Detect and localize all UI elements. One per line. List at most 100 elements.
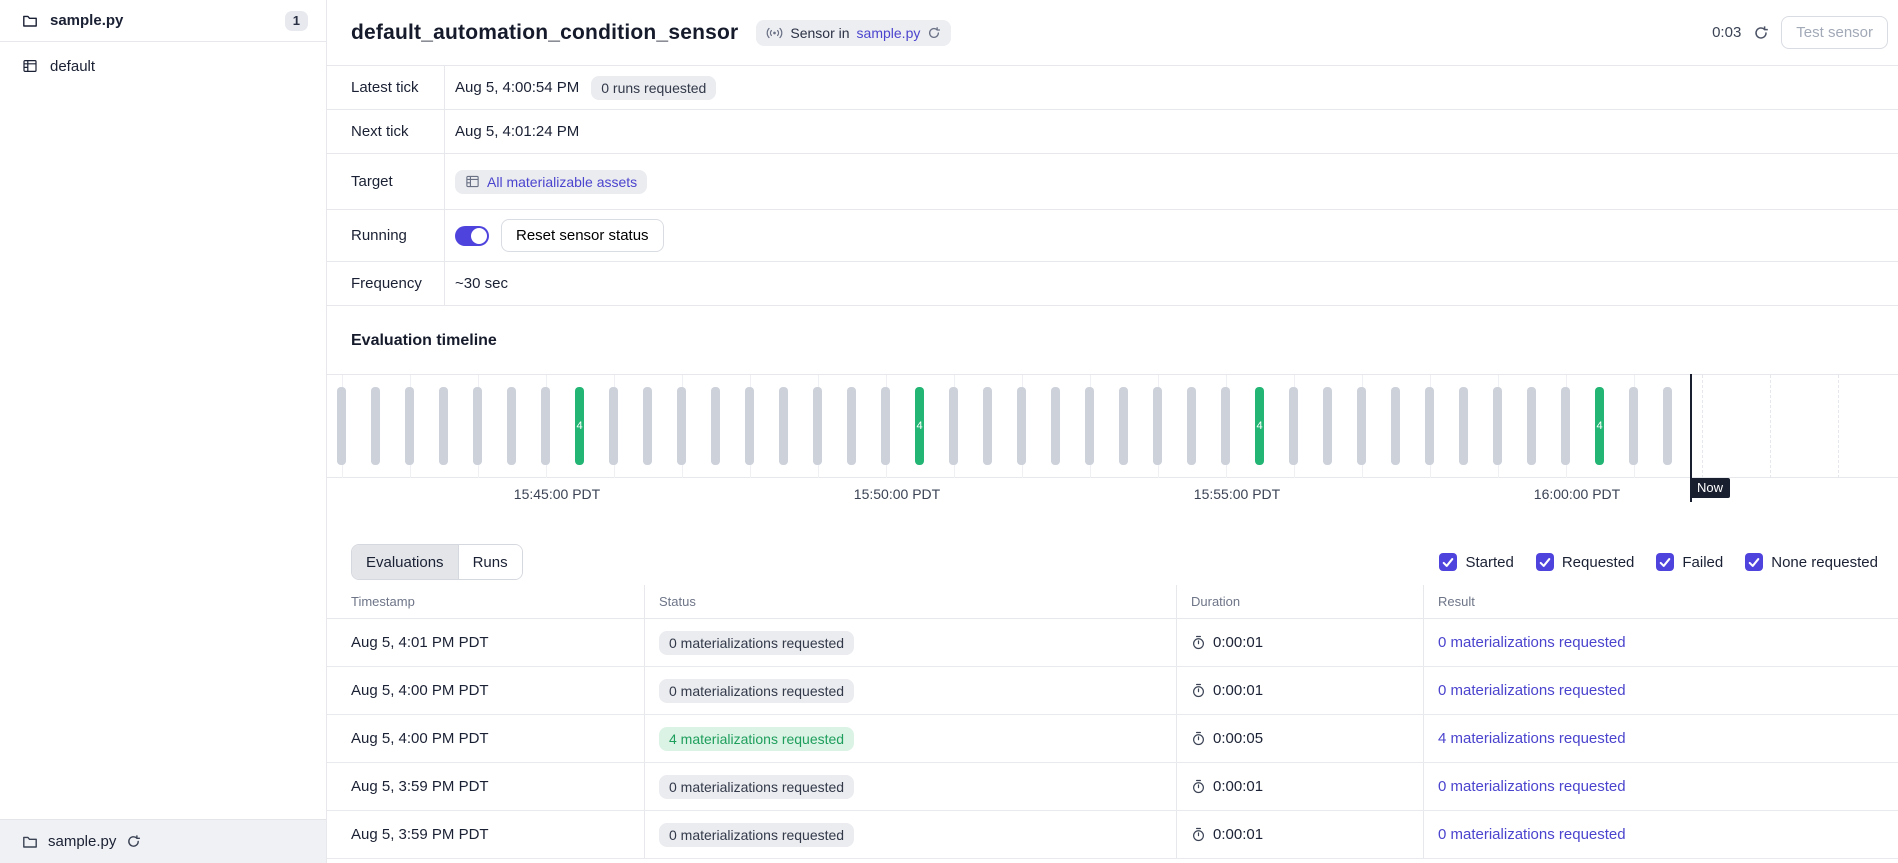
column-header-status: Status bbox=[644, 585, 1176, 618]
table-row[interactable]: Aug 5, 4:00 PM PDT4 materializations req… bbox=[327, 715, 1898, 763]
evaluation-bar[interactable] bbox=[949, 387, 958, 465]
filter-started[interactable]: Started bbox=[1439, 553, 1513, 571]
evaluation-bar[interactable] bbox=[439, 387, 448, 465]
evaluation-bar-requested[interactable]: 4 bbox=[575, 387, 584, 465]
cell-timestamp: Aug 5, 3:59 PM PDT bbox=[327, 763, 644, 810]
table-row[interactable]: Aug 5, 3:59 PM PDT 0 materializations req… bbox=[327, 811, 1898, 859]
evaluation-bar[interactable] bbox=[1153, 387, 1162, 465]
axis-tick-label: 15:55:00 PDT bbox=[1194, 486, 1280, 502]
evaluation-bar[interactable] bbox=[1085, 387, 1094, 465]
cell-duration: 0:00:01 bbox=[1176, 811, 1423, 858]
info-label: Running bbox=[327, 210, 445, 261]
evaluation-bar[interactable] bbox=[779, 387, 788, 465]
target-chip[interactable]: All materializable assets bbox=[455, 170, 647, 194]
table-row[interactable]: Aug 5, 4:01 PM PDT0 materializations req… bbox=[327, 619, 1898, 667]
table-row[interactable]: Aug 5, 4:00 PM PDT 0 materializations req… bbox=[327, 667, 1898, 715]
result-link[interactable]: 4 materializations requested bbox=[1438, 730, 1626, 747]
bar-value-label: 4 bbox=[576, 420, 582, 432]
reload-location-icon[interactable] bbox=[126, 834, 141, 849]
evaluation-bar-requested[interactable]: 4 bbox=[1595, 387, 1604, 465]
running-toggle[interactable] bbox=[455, 226, 489, 246]
bar-value-label: 4 bbox=[1256, 420, 1262, 432]
evaluation-bar[interactable] bbox=[507, 387, 516, 465]
evaluation-bar[interactable] bbox=[371, 387, 380, 465]
tab-runs[interactable]: Runs bbox=[458, 545, 522, 579]
tab-evaluations[interactable]: Evaluations bbox=[352, 545, 458, 579]
info-row-next-tick: Next tick Aug 5, 4:01:24 PM bbox=[327, 110, 1898, 154]
evaluation-bar[interactable] bbox=[677, 387, 686, 465]
tag-prefix: Sensor in bbox=[790, 25, 849, 41]
evaluation-bar[interactable] bbox=[541, 387, 550, 465]
evaluation-bar[interactable] bbox=[405, 387, 414, 465]
evaluation-bar[interactable] bbox=[1221, 387, 1230, 465]
folder-icon bbox=[22, 834, 38, 850]
evaluation-bar[interactable] bbox=[643, 387, 652, 465]
main-content: default_automation_condition_sensor Sens… bbox=[327, 0, 1898, 863]
info-row-target: Target All materializable assets bbox=[327, 154, 1898, 210]
filter-requested[interactable]: Requested bbox=[1536, 553, 1635, 571]
sidebar-item-code-location[interactable]: sample.py 1 bbox=[0, 0, 326, 42]
stopwatch-icon bbox=[1191, 635, 1206, 650]
evaluation-bar[interactable] bbox=[813, 387, 822, 465]
cell-timestamp: Aug 5, 3:59 PM PDT bbox=[327, 811, 644, 858]
code-location-label: sample.py bbox=[50, 12, 123, 29]
checkbox-icon[interactable] bbox=[1656, 553, 1674, 571]
evaluation-bar-requested[interactable]: 4 bbox=[1255, 387, 1264, 465]
evaluation-bar[interactable] bbox=[1323, 387, 1332, 465]
evaluation-bar-requested[interactable]: 4 bbox=[915, 387, 924, 465]
timeline-gridline bbox=[1702, 375, 1703, 478]
refresh-icon[interactable] bbox=[1753, 25, 1769, 41]
evaluation-bar[interactable] bbox=[1561, 387, 1570, 465]
cell-result: 0 materializations requested bbox=[1423, 763, 1898, 810]
evaluation-bar[interactable] bbox=[745, 387, 754, 465]
evaluation-bar[interactable] bbox=[1493, 387, 1502, 465]
evaluation-bar[interactable] bbox=[337, 387, 346, 465]
evaluation-bar[interactable] bbox=[1629, 387, 1638, 465]
filter-label: Requested bbox=[1562, 554, 1635, 571]
evaluation-bar[interactable] bbox=[1289, 387, 1298, 465]
reset-sensor-status-button[interactable]: Reset sensor status bbox=[501, 219, 664, 252]
cell-status: 0 materializations requested bbox=[644, 619, 1176, 666]
evaluation-bar[interactable] bbox=[473, 387, 482, 465]
reload-icon[interactable] bbox=[927, 26, 941, 40]
timeline-plot[interactable]: 4 4 4 4 bbox=[327, 374, 1898, 478]
evaluation-bar[interactable] bbox=[711, 387, 720, 465]
evaluation-bar[interactable] bbox=[1425, 387, 1434, 465]
result-link[interactable]: 0 materializations requested bbox=[1438, 826, 1626, 843]
evaluation-bar[interactable] bbox=[1017, 387, 1026, 465]
result-link[interactable]: 0 materializations requested bbox=[1438, 634, 1626, 651]
result-link[interactable]: 0 materializations requested bbox=[1438, 682, 1626, 699]
column-header-duration: Duration bbox=[1176, 585, 1423, 618]
evaluation-bar[interactable] bbox=[1051, 387, 1060, 465]
target-link[interactable]: All materializable assets bbox=[487, 174, 637, 190]
checkbox-icon[interactable] bbox=[1536, 553, 1554, 571]
table-body: Aug 5, 4:01 PM PDT0 materializations req… bbox=[327, 619, 1898, 859]
evaluation-bar[interactable] bbox=[1357, 387, 1366, 465]
evaluation-bar[interactable] bbox=[881, 387, 890, 465]
evaluation-bar[interactable] bbox=[847, 387, 856, 465]
tag-location-link[interactable]: sample.py bbox=[857, 25, 921, 41]
evaluation-bar[interactable] bbox=[1663, 387, 1672, 465]
filter-none-requested[interactable]: None requested bbox=[1745, 553, 1878, 571]
evaluation-bar[interactable] bbox=[1459, 387, 1468, 465]
checkbox-icon[interactable] bbox=[1439, 553, 1457, 571]
evaluation-bar[interactable] bbox=[1391, 387, 1400, 465]
evaluation-bar[interactable] bbox=[609, 387, 618, 465]
cell-result: 0 materializations requested bbox=[1423, 811, 1898, 858]
table-row[interactable]: Aug 5, 3:59 PM PDT 0 materializations req… bbox=[327, 763, 1898, 811]
evaluation-bar[interactable] bbox=[1527, 387, 1536, 465]
filter-failed[interactable]: Failed bbox=[1656, 553, 1723, 571]
result-link[interactable]: 0 materializations requested bbox=[1438, 778, 1626, 795]
evaluation-bar[interactable] bbox=[983, 387, 992, 465]
timestamp-value: Aug 5, 4:00 PM PDT bbox=[351, 682, 489, 699]
checkbox-icon[interactable] bbox=[1745, 553, 1763, 571]
evaluation-bar[interactable] bbox=[1187, 387, 1196, 465]
info-label: Next tick bbox=[327, 110, 445, 153]
info-row-frequency: Frequency ~30 sec bbox=[327, 262, 1898, 306]
test-sensor-button[interactable]: Test sensor bbox=[1781, 16, 1888, 49]
sidebar-item-repository[interactable]: default bbox=[0, 42, 326, 90]
duration-value: 0:00:01 bbox=[1213, 682, 1263, 699]
evaluation-bar[interactable] bbox=[1119, 387, 1128, 465]
stopwatch-icon bbox=[1191, 731, 1206, 746]
status-badge: 4 materializations requested bbox=[659, 727, 854, 751]
